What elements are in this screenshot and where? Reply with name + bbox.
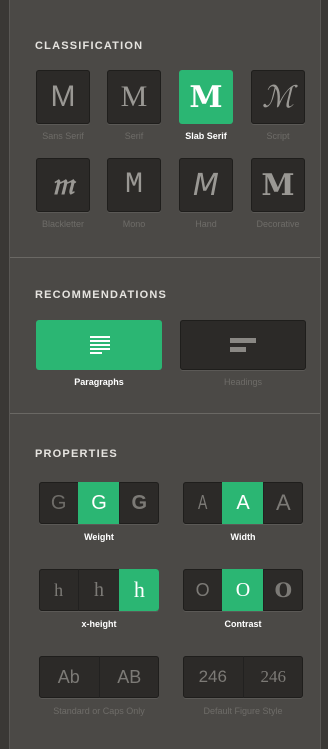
slab-serif-glyph: M (189, 79, 223, 115)
heading-lines-icon (230, 338, 256, 352)
mono-glyph: M (124, 168, 143, 202)
figure-style-label: Default Figure Style (203, 706, 283, 716)
x-height-low-option[interactable]: h (39, 569, 78, 611)
classification-hand-label: Hand (195, 219, 217, 229)
width-condensed-option[interactable]: A (189, 482, 217, 524)
paragraph-lines-icon (90, 336, 110, 354)
classification-script-label: Script (266, 131, 290, 141)
classification-blackletter-label: Blackletter (41, 219, 85, 229)
classification-decorative-label: Decorative (256, 219, 300, 229)
properties-title: PROPERTIES (35, 448, 118, 460)
width-extended-option[interactable]: A (262, 482, 303, 524)
script-glyph: ℳ (261, 79, 295, 115)
classification-sans-serif[interactable]: M (36, 70, 90, 124)
section-divider (10, 413, 320, 414)
section-divider (10, 257, 320, 258)
recommendation-headings-button[interactable] (180, 320, 306, 370)
classification-title: CLASSIFICATION (35, 40, 144, 52)
recommendations-title: RECOMMENDATIONS (35, 289, 168, 301)
caps-only-option[interactable]: AB (98, 656, 160, 698)
recommendation-paragraphs-button[interactable] (36, 320, 162, 370)
weight-bold-option[interactable]: G (118, 482, 159, 524)
weight-selector: G G G (39, 482, 159, 524)
contrast-label: Contrast (224, 619, 262, 629)
recommendation-paragraphs-label: Paragraphs (74, 377, 124, 387)
width-label: Width (230, 532, 256, 542)
classification-hand[interactable]: M (179, 158, 233, 212)
x-height-label: x-height (81, 619, 117, 629)
x-height-high-option[interactable]: h (118, 569, 159, 611)
classification-slab-serif-label: Slab Serif (185, 131, 227, 141)
contrast-high-option[interactable]: O (262, 569, 303, 611)
font-filter-panel: CLASSIFICATION M Sans Serif M Serif M Sl… (9, 0, 321, 749)
decorative-glyph: M (261, 167, 295, 203)
classification-blackletter[interactable]: 𝔪 (36, 158, 90, 212)
x-height-selector: h h h (39, 569, 159, 611)
classification-script[interactable]: ℳ (251, 70, 305, 124)
caps-selector: Ab AB (39, 656, 159, 698)
contrast-low-option[interactable]: O (183, 569, 222, 611)
x-height-medium-option[interactable]: h (78, 569, 118, 611)
hand-glyph: M (193, 167, 219, 203)
classification-serif-label: Serif (124, 131, 144, 141)
contrast-selector: O O O (183, 569, 303, 611)
classification-mono-label: Mono (122, 219, 146, 229)
caps-standard-option[interactable]: Ab (39, 656, 99, 698)
classification-slab-serif[interactable]: M (179, 70, 233, 124)
figure-style-selector: 246 246 (183, 656, 303, 698)
blackletter-glyph: 𝔪 (51, 168, 75, 201)
serif-glyph: M (120, 80, 148, 113)
classification-decorative[interactable]: M (251, 158, 305, 212)
weight-label: Weight (84, 532, 114, 542)
caps-label: Standard or Caps Only (53, 706, 145, 716)
width-normal-option[interactable]: A (222, 482, 263, 524)
figure-oldstyle-option[interactable]: 246 (242, 656, 304, 698)
figure-lining-option[interactable]: 246 (183, 656, 243, 698)
sans-serif-glyph: M (50, 80, 76, 113)
weight-light-option[interactable]: G (39, 482, 78, 524)
width-selector: A A A (183, 482, 303, 524)
classification-mono[interactable]: M (107, 158, 161, 212)
contrast-medium-option[interactable]: O (222, 569, 263, 611)
classification-serif[interactable]: M (107, 70, 161, 124)
recommendation-headings-label: Headings (223, 377, 263, 387)
classification-sans-serif-label: Sans Serif (42, 131, 84, 141)
weight-regular-option[interactable]: G (78, 482, 119, 524)
